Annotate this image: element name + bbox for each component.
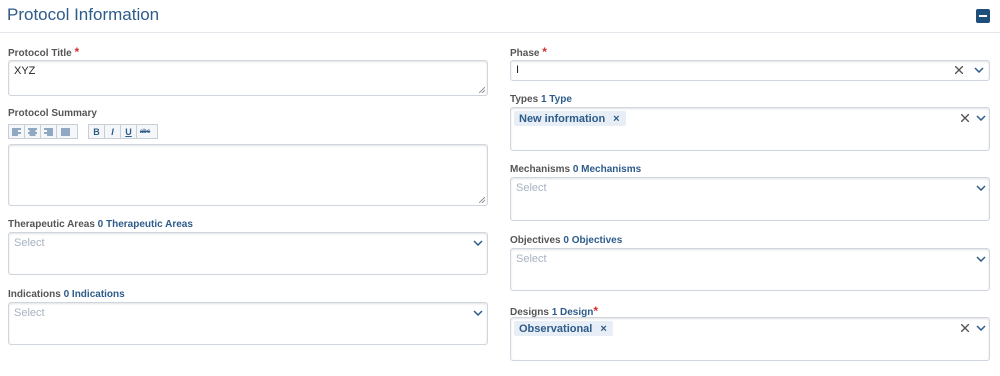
objectives-count: 0 Objectives: [563, 235, 623, 246]
therapeutic-areas-label: Therapeutic Areas 0 Therapeutic Areas: [8, 219, 193, 230]
select-placeholder: Select: [14, 237, 45, 249]
underline-button[interactable]: U: [121, 125, 137, 138]
protocol-title-field[interactable]: XYZ: [8, 60, 488, 96]
clear-icon[interactable]: [961, 324, 969, 332]
clear-icon[interactable]: [955, 66, 963, 74]
page-title: Protocol Information: [7, 5, 160, 24]
resize-handle-icon[interactable]: [479, 87, 485, 93]
remove-chip-icon[interactable]: ×: [600, 323, 606, 335]
align-left-icon[interactable]: [9, 125, 25, 138]
type-chip: New information ×: [514, 111, 626, 126]
chevron-down-icon[interactable]: [974, 67, 984, 73]
objectives-label: Objectives 0 Objectives: [510, 235, 623, 246]
chevron-down-icon[interactable]: [473, 240, 483, 246]
alignment-toolbar: [8, 124, 78, 139]
select-placeholder: Select: [516, 253, 547, 265]
protocol-summary-editor[interactable]: [8, 144, 488, 206]
remove-chip-icon[interactable]: ×: [613, 113, 619, 125]
phase-label: Phase *: [510, 45, 547, 59]
phase-value: I: [516, 64, 520, 76]
designs-label: Designs 1 Design*: [510, 304, 599, 318]
required-marker: *: [542, 45, 547, 59]
design-chip: Observational ×: [514, 321, 613, 336]
chevron-down-icon[interactable]: [976, 185, 986, 191]
strikethrough-button[interactable]: abc: [137, 125, 153, 138]
mechanisms-label: Mechanisms 0 Mechanisms: [510, 164, 642, 175]
bold-button[interactable]: B: [89, 125, 105, 138]
types-select[interactable]: New information ×: [510, 107, 990, 151]
objectives-select[interactable]: Select: [510, 248, 990, 291]
indications-select[interactable]: Select: [8, 302, 488, 345]
chip-label: New information: [519, 112, 606, 125]
clear-icon[interactable]: [961, 114, 969, 122]
required-marker: *: [593, 304, 599, 318]
indications-label: Indications 0 Indications: [8, 289, 125, 300]
format-toolbar: B I U abc: [88, 124, 158, 139]
select-placeholder: Select: [516, 182, 547, 194]
section-header: Protocol Information: [0, 0, 1000, 33]
protocol-title-label: Protocol Title *: [8, 45, 80, 59]
required-marker: *: [74, 45, 80, 59]
mechanisms-count: 0 Mechanisms: [572, 164, 642, 175]
chevron-down-icon[interactable]: [473, 310, 483, 316]
therapeutic-areas-select[interactable]: Select: [8, 232, 488, 275]
protocol-summary-label: Protocol Summary: [8, 108, 97, 119]
collapse-icon[interactable]: [976, 9, 990, 23]
chevron-down-icon[interactable]: [976, 256, 986, 262]
phase-select[interactable]: I: [510, 60, 990, 81]
protocol-title-value: XYZ: [14, 65, 36, 77]
italic-button[interactable]: I: [105, 125, 121, 138]
select-placeholder: Select: [14, 307, 45, 319]
types-label: Types 1 Type: [510, 94, 572, 105]
chevron-down-icon[interactable]: [976, 325, 986, 331]
indications-count: 0 Indications: [63, 289, 125, 300]
align-center-icon[interactable]: [25, 125, 41, 138]
chevron-down-icon[interactable]: [976, 115, 986, 121]
align-justify-icon[interactable]: [57, 125, 73, 138]
types-count: 1 Type: [540, 94, 572, 105]
chip-label: Observational: [519, 322, 593, 335]
designs-select[interactable]: Observational ×: [510, 317, 990, 361]
align-right-icon[interactable]: [41, 125, 57, 138]
mechanisms-select[interactable]: Select: [510, 177, 990, 221]
resize-handle-icon[interactable]: [479, 197, 485, 203]
therapeutic-areas-count: 0 Therapeutic Areas: [97, 219, 193, 230]
